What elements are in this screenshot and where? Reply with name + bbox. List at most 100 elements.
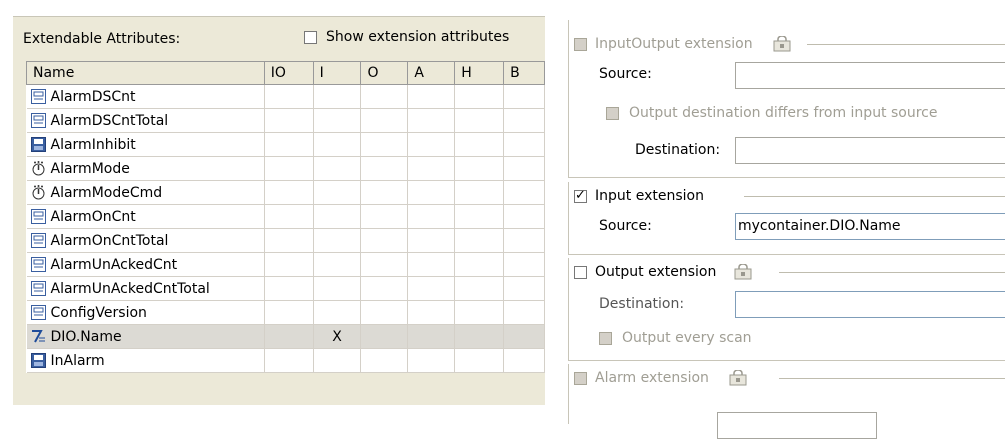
attribute-name-cell[interactable]: AlarmOnCnt: [26, 204, 265, 229]
table-row[interactable]: AlarmMode: [26, 156, 545, 181]
attribute-a-cell[interactable]: [407, 108, 456, 133]
table-row[interactable]: AlarmModeCmd: [26, 180, 545, 205]
attribute-io-cell[interactable]: [264, 228, 314, 253]
table-row[interactable]: AlarmOnCntTotal: [26, 228, 545, 253]
table-row[interactable]: ConfigVersion: [26, 300, 545, 325]
attribute-a-cell[interactable]: [407, 300, 456, 325]
alarm-extension-checkbox[interactable]: [574, 371, 587, 385]
attribute-b-cell[interactable]: [503, 132, 545, 157]
attribute-a-cell[interactable]: [407, 204, 456, 229]
show-extension-checkbox[interactable]: [304, 30, 317, 44]
column-header-io[interactable]: IO: [263, 61, 314, 85]
table-row[interactable]: AlarmOnCnt: [26, 204, 545, 229]
attribute-b-cell[interactable]: [503, 180, 545, 205]
attribute-h-cell[interactable]: [454, 324, 505, 349]
attribute-name-cell[interactable]: ConfigVersion: [26, 300, 265, 325]
attribute-o-cell[interactable]: [360, 132, 409, 157]
attribute-b-cell[interactable]: [503, 324, 545, 349]
attribute-o-cell[interactable]: [360, 300, 409, 325]
attribute-h-cell[interactable]: [454, 108, 505, 133]
attribute-name-cell[interactable]: AlarmUnAckedCntTotal: [26, 276, 265, 301]
attribute-name-cell[interactable]: AlarmDSCnt: [26, 84, 265, 109]
column-header-o[interactable]: O: [360, 61, 409, 85]
attribute-b-cell[interactable]: [503, 348, 545, 373]
column-header-h[interactable]: H: [454, 61, 505, 85]
attribute-i-cell[interactable]: [313, 300, 362, 325]
attribute-o-cell[interactable]: [360, 348, 409, 373]
output-destination-input[interactable]: [735, 291, 1005, 318]
attribute-io-cell[interactable]: [264, 108, 314, 133]
table-row[interactable]: AlarmUnAckedCnt: [26, 252, 545, 277]
attribute-name-cell[interactable]: DIO.Name: [26, 324, 265, 349]
attribute-h-cell[interactable]: [454, 156, 505, 181]
attribute-i-cell[interactable]: [313, 180, 362, 205]
attribute-i-cell[interactable]: [313, 252, 362, 277]
attribute-a-cell[interactable]: [407, 84, 456, 109]
table-row[interactable]: DIO.Name X: [26, 324, 545, 349]
attribute-i-cell[interactable]: [313, 132, 362, 157]
show-extension-toggle[interactable]: Show extension attributes: [304, 29, 509, 45]
attribute-a-cell[interactable]: [407, 132, 456, 157]
attribute-o-cell[interactable]: [360, 84, 409, 109]
attribute-o-cell[interactable]: [360, 276, 409, 301]
attribute-i-cell[interactable]: [313, 228, 362, 253]
attribute-io-cell[interactable]: [264, 348, 314, 373]
table-row[interactable]: AlarmInhibit: [26, 132, 545, 157]
table-row[interactable]: InAlarm: [26, 348, 545, 373]
attribute-b-cell[interactable]: [503, 228, 545, 253]
attribute-a-cell[interactable]: [407, 156, 456, 181]
attribute-h-cell[interactable]: [454, 348, 505, 373]
attribute-h-cell[interactable]: [454, 84, 505, 109]
attribute-b-cell[interactable]: [503, 84, 545, 109]
attribute-i-cell[interactable]: [313, 108, 362, 133]
attribute-name-cell[interactable]: AlarmUnAckedCnt: [26, 252, 265, 277]
attribute-b-cell[interactable]: [503, 252, 545, 277]
attribute-h-cell[interactable]: [454, 132, 505, 157]
output-differs-checkbox[interactable]: [606, 106, 619, 120]
input-extension-checkbox[interactable]: [574, 188, 587, 203]
attribute-h-cell[interactable]: [454, 228, 505, 253]
lock-icon[interactable]: [729, 369, 747, 386]
attribute-b-cell[interactable]: [503, 276, 545, 301]
attribute-i-cell[interactable]: X: [313, 324, 362, 349]
attribute-io-cell[interactable]: [264, 324, 314, 349]
attribute-h-cell[interactable]: [454, 204, 505, 229]
attribute-o-cell[interactable]: [360, 156, 409, 181]
attribute-name-cell[interactable]: AlarmInhibit: [26, 132, 265, 157]
attribute-h-cell[interactable]: [454, 300, 505, 325]
attribute-name-cell[interactable]: AlarmOnCntTotal: [26, 228, 265, 253]
output-extension-checkbox[interactable]: [574, 265, 587, 279]
attribute-io-cell[interactable]: [264, 300, 314, 325]
attribute-o-cell[interactable]: [360, 108, 409, 133]
column-header-name[interactable]: Name: [26, 61, 265, 85]
output-every-scan-option[interactable]: Output every scan: [599, 330, 752, 346]
attribute-b-cell[interactable]: [503, 108, 545, 133]
attribute-i-cell[interactable]: [313, 276, 362, 301]
attribute-i-cell[interactable]: [313, 84, 362, 109]
attribute-io-cell[interactable]: [264, 180, 314, 205]
attribute-b-cell[interactable]: [503, 300, 545, 325]
column-header-a[interactable]: A: [407, 61, 456, 85]
inputoutput-extension-checkbox[interactable]: [574, 37, 587, 51]
attribute-io-cell[interactable]: [264, 156, 314, 181]
attribute-io-cell[interactable]: [264, 132, 314, 157]
attribute-name-cell[interactable]: AlarmModeCmd: [26, 180, 265, 205]
attribute-io-cell[interactable]: [264, 276, 314, 301]
output-every-scan-checkbox[interactable]: [599, 331, 612, 345]
attribute-a-cell[interactable]: [407, 276, 456, 301]
attribute-b-cell[interactable]: [503, 204, 545, 229]
attribute-io-cell[interactable]: [264, 84, 314, 109]
attribute-h-cell[interactable]: [454, 276, 505, 301]
table-row[interactable]: AlarmDSCnt: [26, 84, 545, 109]
attribute-b-cell[interactable]: [503, 156, 545, 181]
table-row[interactable]: AlarmDSCntTotal: [26, 108, 545, 133]
attribute-i-cell[interactable]: [313, 348, 362, 373]
alarm-field-partial[interactable]: [717, 412, 877, 439]
attribute-a-cell[interactable]: [407, 252, 456, 277]
lock-icon[interactable]: [773, 35, 791, 52]
attribute-io-cell[interactable]: [264, 204, 314, 229]
attribute-a-cell[interactable]: [407, 324, 456, 349]
attribute-a-cell[interactable]: [407, 180, 456, 205]
attribute-io-cell[interactable]: [264, 252, 314, 277]
attribute-h-cell[interactable]: [454, 180, 505, 205]
